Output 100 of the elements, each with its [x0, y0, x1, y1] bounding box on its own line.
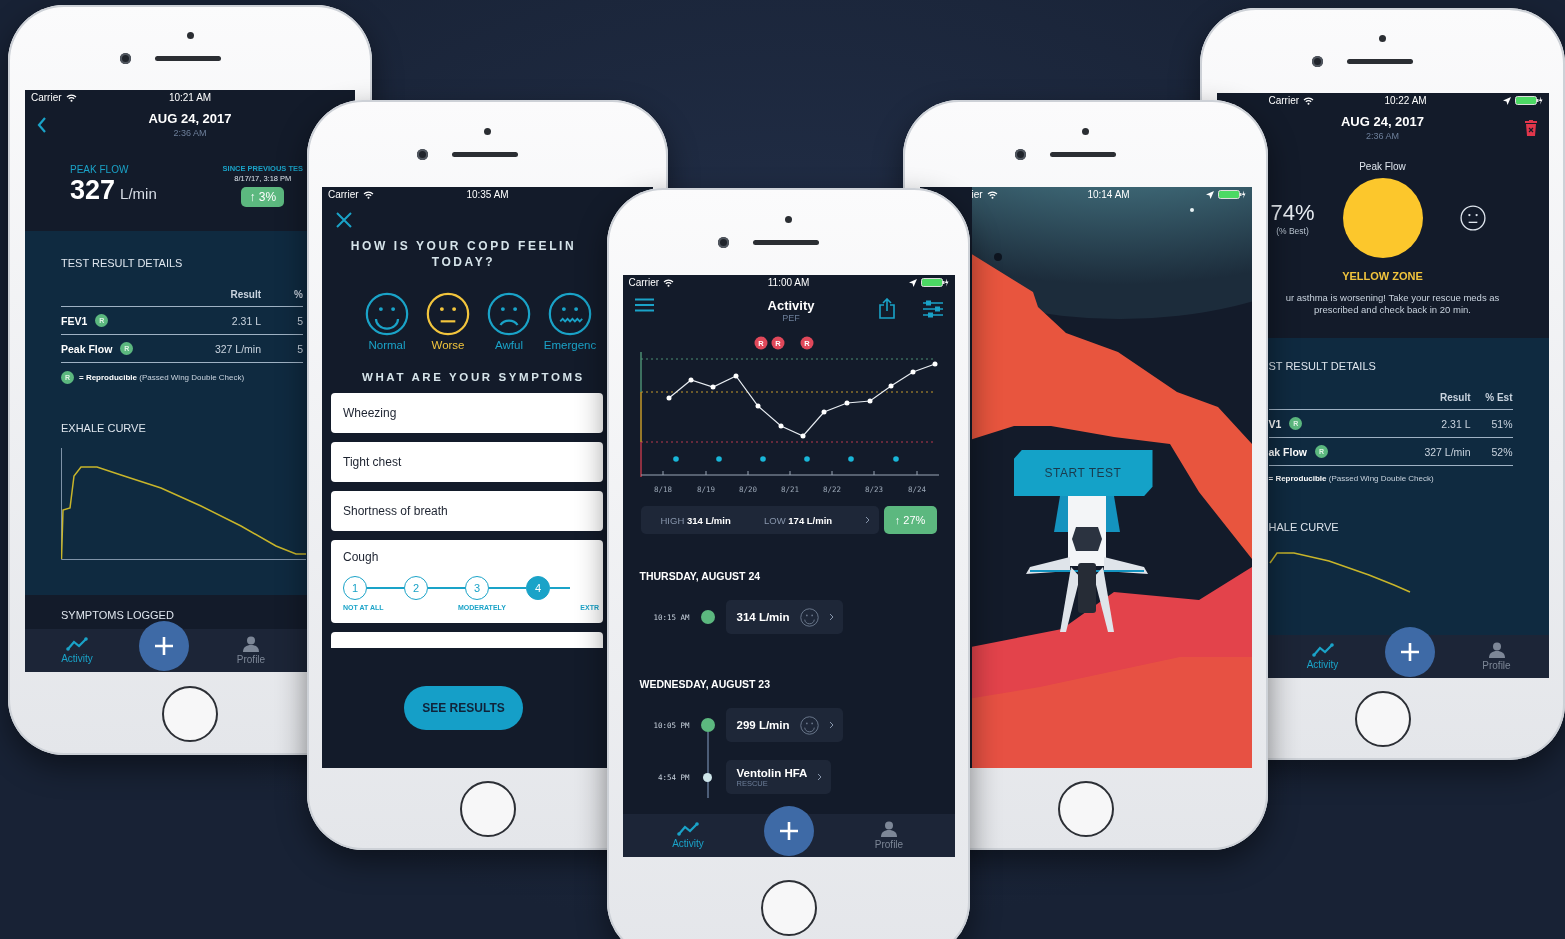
day-heading: THURSDAY, AUGUST 24 [639, 570, 762, 582]
column-header: Result [229, 289, 261, 300]
data-point [733, 373, 738, 379]
tab-bar-item[interactable]: Activity [1270, 639, 1375, 674]
severity-step[interactable]: 3 [465, 576, 489, 600]
distressed-face-icon [548, 292, 592, 336]
person-icon [242, 636, 260, 652]
share-button[interactable] [878, 298, 895, 319]
battery-icon [1217, 190, 1246, 199]
neutral-face-icon [1459, 205, 1486, 231]
delete-button[interactable] [1524, 119, 1537, 136]
data-point [888, 383, 893, 389]
data-point [844, 400, 849, 406]
percent-best-label: (% Best) [1276, 226, 1309, 236]
chevron-right-icon [828, 613, 834, 621]
severity-step[interactable]: 4 [526, 576, 550, 600]
tab-bar-item[interactable]: Activity [622, 818, 754, 853]
trend-line-icon [677, 822, 699, 836]
symptom-option[interactable]: Wheezing [331, 393, 603, 433]
carrier-label: Carrier [628, 277, 660, 288]
change-badge: ↑ 27% [883, 506, 937, 534]
column-header: % [293, 289, 303, 300]
data-point [710, 384, 715, 390]
section-heading: SYMPTOMS LOGGED [61, 609, 174, 621]
symptom-label: Cough [343, 550, 380, 564]
mood-option[interactable]: Worse [419, 292, 477, 351]
data-point [867, 398, 872, 404]
zone-message: ur asthma is worsening! Take your rescue meds as prescribed and check back in 20 min. [1284, 291, 1501, 317]
percent-estimate: 5 [296, 314, 303, 327]
chevron-right-icon [865, 516, 871, 524]
range-summary[interactable]: HIGH 314 L/min LOW 174 L/min [640, 506, 879, 534]
change-badge: ↑ 3% [241, 187, 285, 207]
earpiece-speaker [154, 55, 221, 61]
event-dot [759, 456, 766, 462]
status-time: 10:21 AM [168, 92, 212, 103]
tab-bar-item[interactable]: Profile [1444, 638, 1549, 675]
status-time: 10:14 AM [1087, 189, 1130, 200]
filter-button[interactable] [922, 299, 943, 318]
event-dot [892, 456, 899, 462]
trash-icon [1524, 119, 1537, 136]
severity-step[interactable]: 1 [343, 576, 367, 600]
earpiece-speaker [1050, 151, 1116, 157]
legend-text: = Reproducible (Passed Wing Double Check) [1268, 474, 1434, 483]
severity-step[interactable]: 2 [404, 576, 428, 600]
data-point [778, 423, 783, 429]
result-value: 2.31 L [230, 314, 261, 327]
wifi-icon [1303, 96, 1315, 105]
front-camera [119, 52, 131, 64]
smiling-face-icon [799, 715, 819, 735]
menu-button[interactable] [634, 298, 654, 312]
trend-line-icon [66, 637, 88, 651]
proximity-sensor [1082, 127, 1089, 135]
screen-subtitle: PEF [782, 313, 800, 323]
percent-estimate: 51% [1490, 417, 1513, 430]
earpiece-speaker [1347, 58, 1413, 64]
status-time: 10:22 AM [1384, 95, 1427, 106]
question-heading: TODAY? [431, 254, 496, 270]
result-date: AUG 24, 2017 [148, 111, 232, 126]
home-button[interactable] [162, 685, 218, 742]
battery-icon [920, 278, 949, 287]
result-value: 2.31 L [1440, 417, 1471, 430]
person-icon [880, 821, 898, 837]
location-arrow-icon [908, 278, 917, 287]
smiling-face-icon [799, 607, 819, 627]
back-button[interactable] [37, 116, 47, 133]
measure-name: V1 [1268, 417, 1282, 430]
day-heading: WEDNESDAY, AUGUST 23 [639, 678, 771, 690]
peak-flow-value: 327 [70, 175, 116, 206]
mood-option[interactable]: Emergenc [541, 292, 599, 351]
chevron-right-icon [828, 721, 834, 729]
reading-entry[interactable]: 299 L/min [725, 708, 843, 742]
column-header: Result [1438, 392, 1471, 403]
mood-option[interactable]: Awful [480, 292, 538, 351]
proximity-sensor [1379, 34, 1386, 42]
share-icon [878, 298, 895, 319]
start-test-button[interactable]: START TEST [1013, 450, 1153, 496]
high-reading: HIGH 314 L/min [660, 514, 731, 526]
location-arrow-icon [1502, 96, 1511, 105]
tab-bar-item[interactable]: Profile [199, 632, 303, 669]
result-date: AUG 24, 2017 [1340, 114, 1425, 129]
front-camera [718, 236, 729, 248]
tab-bar-item[interactable]: Profile [823, 817, 955, 854]
status-time: 10:35 AM [466, 189, 509, 200]
result-time: 2:36 AM [1366, 131, 1399, 141]
plus-icon [778, 820, 799, 841]
front-camera [1312, 55, 1323, 67]
result-time: 2:36 AM [173, 128, 207, 138]
data-point [800, 433, 805, 439]
trend-line-icon [1311, 643, 1334, 657]
close-button[interactable] [336, 212, 352, 228]
carrier-label: Carrier [31, 92, 62, 103]
tab-bar-item[interactable]: Activity [25, 633, 129, 668]
symptom-option[interactable]: Tight chest [331, 442, 603, 482]
mood-option[interactable]: Normal [358, 292, 416, 351]
data-point [910, 369, 915, 375]
event-dot [803, 456, 810, 462]
measure-name: FEV1 [61, 314, 88, 327]
see-results-button[interactable]: SEE RESULTS [404, 686, 523, 730]
symptom-option[interactable]: Shortness of breath [331, 491, 603, 531]
reading-entry[interactable]: 314 L/min [725, 600, 843, 634]
